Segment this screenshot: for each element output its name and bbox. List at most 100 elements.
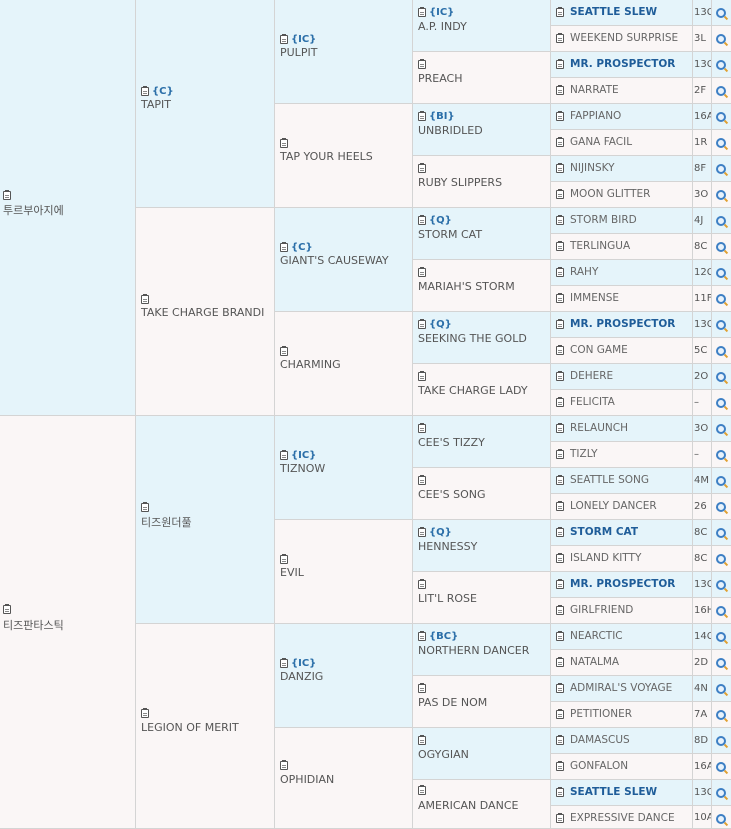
horse-cell-gen5[interactable]: CON GAME bbox=[551, 338, 693, 364]
horse-cell-gen5[interactable]: NIJINSKY bbox=[551, 156, 693, 182]
horse-name[interactable]: FELICITA bbox=[570, 396, 615, 408]
horse-cell-gen5[interactable]: NEARCTIC bbox=[551, 624, 693, 650]
horse-name[interactable]: WEEKEND SURPRISE bbox=[570, 32, 678, 44]
horse-name[interactable]: TIZNOW bbox=[280, 462, 325, 475]
clipboard-icon[interactable] bbox=[556, 682, 564, 693]
horse-cell-gen5[interactable]: TERLINGUA bbox=[551, 234, 693, 260]
horse-cell-gen5[interactable]: PETITIONER bbox=[551, 702, 693, 728]
horse-name[interactable]: PULPIT bbox=[280, 46, 317, 59]
horse-cell-gen5[interactable]: SEATTLE SLEW bbox=[551, 0, 693, 26]
horse-name[interactable]: DAMASCUS bbox=[570, 734, 630, 746]
clipboard-icon[interactable] bbox=[556, 734, 564, 745]
horse-cell-gen5[interactable]: FAPPIANO bbox=[551, 104, 693, 130]
horse-name[interactable]: GANA FACIL bbox=[570, 136, 632, 148]
horse-name[interactable]: GONFALON bbox=[570, 760, 628, 772]
horse-name[interactable]: RELAUNCH bbox=[570, 422, 628, 434]
horse-name[interactable]: MR. PROSPECTOR bbox=[570, 318, 675, 330]
horse-cell-gen4[interactable]: PREACH bbox=[413, 52, 551, 104]
horse-cell-gen5[interactable]: GONFALON bbox=[551, 754, 693, 780]
horse-name[interactable]: NEARCTIC bbox=[570, 630, 623, 642]
horse-cell-gen1[interactable]: 투르부아지에 bbox=[0, 0, 136, 416]
horse-cell-gen5[interactable]: NATALMA bbox=[551, 650, 693, 676]
search-button[interactable] bbox=[712, 416, 731, 442]
clipboard-icon[interactable] bbox=[418, 578, 426, 589]
horse-name[interactable]: PREACH bbox=[418, 72, 463, 85]
clipboard-icon[interactable] bbox=[418, 58, 426, 69]
search-button[interactable] bbox=[712, 208, 731, 234]
horse-cell-gen5[interactable]: IMMENSE bbox=[551, 286, 693, 312]
horse-cell-gen5[interactable]: RELAUNCH bbox=[551, 416, 693, 442]
horse-name[interactable]: MOON GLITTER bbox=[570, 188, 650, 200]
search-button[interactable] bbox=[712, 182, 731, 208]
clipboard-icon[interactable] bbox=[556, 422, 564, 433]
search-button[interactable] bbox=[712, 728, 731, 754]
horse-cell-gen2[interactable]: {C} TAPIT bbox=[136, 0, 275, 208]
horse-name[interactable]: NARRATE bbox=[570, 84, 619, 96]
clipboard-icon[interactable] bbox=[141, 501, 149, 512]
horse-name[interactable]: UNBRIDLED bbox=[418, 124, 483, 137]
horse-cell-gen1[interactable]: 티즈판타스틱 bbox=[0, 416, 136, 829]
horse-name[interactable]: NATALMA bbox=[570, 656, 619, 668]
search-button[interactable] bbox=[712, 780, 731, 806]
horse-cell-gen5[interactable]: RAHY bbox=[551, 260, 693, 286]
horse-name[interactable]: CEE'S SONG bbox=[418, 488, 485, 501]
horse-cell-gen5[interactable]: STORM BIRD bbox=[551, 208, 693, 234]
horse-cell-gen5[interactable]: MR. PROSPECTOR bbox=[551, 572, 693, 598]
horse-cell-gen5[interactable]: MOON GLITTER bbox=[551, 182, 693, 208]
horse-cell-gen5[interactable]: DEHERE bbox=[551, 364, 693, 390]
clipboard-icon[interactable] bbox=[556, 370, 564, 381]
horse-cell-gen4[interactable]: RUBY SLIPPERS bbox=[413, 156, 551, 208]
horse-name[interactable]: TERLINGUA bbox=[570, 240, 630, 252]
horse-name[interactable]: 티즈원더풀 bbox=[141, 514, 192, 530]
horse-cell-gen4[interactable]: {Q} SEEKING THE GOLD bbox=[413, 312, 551, 364]
clipboard-icon[interactable] bbox=[418, 214, 426, 225]
horse-name[interactable]: TAKE CHARGE LADY bbox=[418, 384, 528, 397]
clipboard-icon[interactable] bbox=[280, 241, 288, 252]
clipboard-icon[interactable] bbox=[418, 370, 426, 381]
clipboard-icon[interactable] bbox=[556, 708, 564, 719]
horse-cell-gen5[interactable]: LONELY DANCER bbox=[551, 494, 693, 520]
horse-name[interactable]: 티즈판타스틱 bbox=[3, 617, 64, 633]
horse-cell-gen3[interactable]: EVIL bbox=[275, 520, 413, 624]
horse-cell-gen2[interactable]: TAKE CHARGE BRANDI bbox=[136, 208, 275, 416]
search-button[interactable] bbox=[712, 650, 731, 676]
search-button[interactable] bbox=[712, 130, 731, 156]
horse-cell-gen5[interactable]: ADMIRAL'S VOYAGE bbox=[551, 676, 693, 702]
clipboard-icon[interactable] bbox=[418, 162, 426, 173]
horse-cell-gen5[interactable]: GANA FACIL bbox=[551, 130, 693, 156]
clipboard-icon[interactable] bbox=[556, 292, 564, 303]
horse-name[interactable]: EVIL bbox=[280, 566, 304, 579]
clipboard-icon[interactable] bbox=[556, 448, 564, 459]
horse-cell-gen4[interactable]: {BI} UNBRIDLED bbox=[413, 104, 551, 156]
horse-cell-gen4[interactable]: {Q} HENNESSY bbox=[413, 520, 551, 572]
search-button[interactable] bbox=[712, 546, 731, 572]
clipboard-icon[interactable] bbox=[556, 110, 564, 121]
horse-name[interactable]: GIANT'S CAUSEWAY bbox=[280, 254, 389, 267]
search-button[interactable] bbox=[712, 494, 731, 520]
horse-name[interactable]: HENNESSY bbox=[418, 540, 477, 553]
clipboard-icon[interactable] bbox=[556, 6, 564, 17]
horse-name[interactable]: SEATTLE SLEW bbox=[570, 786, 657, 798]
horse-name[interactable]: NIJINSKY bbox=[570, 162, 615, 174]
search-button[interactable] bbox=[712, 468, 731, 494]
clipboard-icon[interactable] bbox=[418, 422, 426, 433]
clipboard-icon[interactable] bbox=[280, 345, 288, 356]
horse-name[interactable]: DEHERE bbox=[570, 370, 613, 382]
clipboard-icon[interactable] bbox=[418, 110, 426, 121]
clipboard-icon[interactable] bbox=[556, 396, 564, 407]
clipboard-icon[interactable] bbox=[556, 578, 564, 589]
horse-name[interactable]: TAP YOUR HEELS bbox=[280, 150, 373, 163]
horse-cell-gen3[interactable]: {IC} TIZNOW bbox=[275, 416, 413, 520]
horse-cell-gen2[interactable]: 티즈원더풀 bbox=[136, 416, 275, 624]
search-button[interactable] bbox=[712, 104, 731, 130]
clipboard-icon[interactable] bbox=[556, 240, 564, 251]
search-button[interactable] bbox=[712, 390, 731, 416]
clipboard-icon[interactable] bbox=[280, 760, 288, 770]
horse-name[interactable]: LONELY DANCER bbox=[570, 500, 657, 512]
search-button[interactable] bbox=[712, 442, 731, 468]
horse-name[interactable]: SEATTLE SLEW bbox=[570, 6, 657, 18]
search-button[interactable] bbox=[712, 806, 731, 829]
clipboard-icon[interactable] bbox=[418, 734, 426, 745]
clipboard-icon[interactable] bbox=[556, 760, 564, 771]
horse-name[interactable]: AMERICAN DANCE bbox=[418, 799, 518, 812]
